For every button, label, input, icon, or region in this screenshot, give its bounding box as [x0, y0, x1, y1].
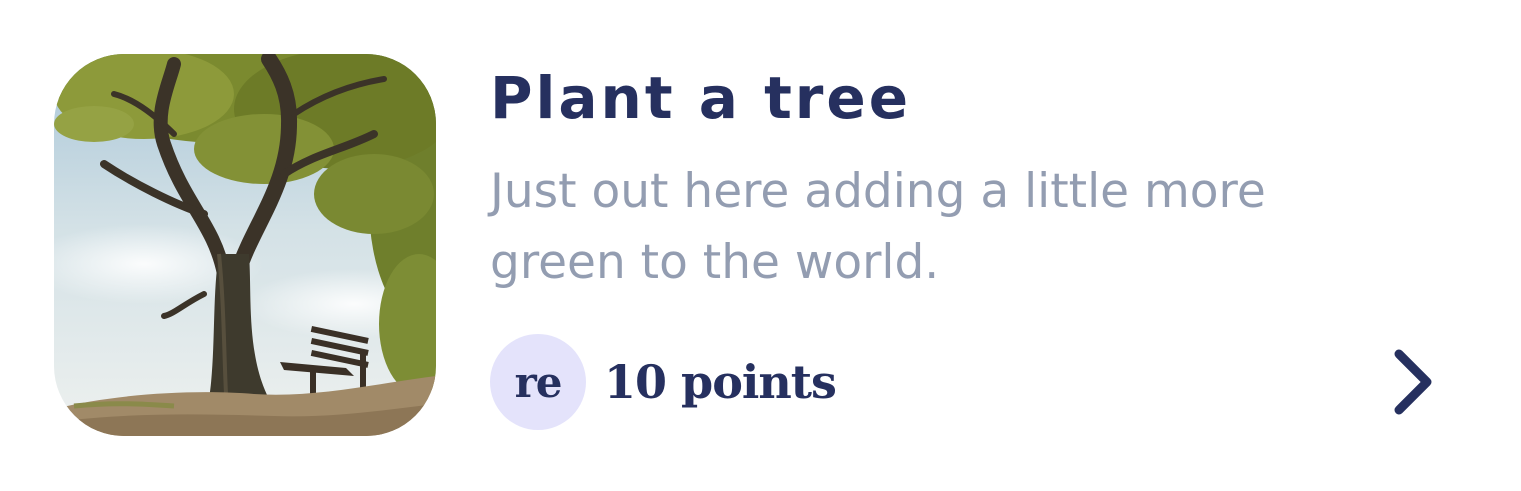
points-label: 10 points [604, 355, 837, 409]
reward-row: re 10 points [490, 334, 837, 430]
activity-card[interactable]: Plant a tree Just out here adding a litt… [0, 0, 1521, 491]
tree-bench-image [54, 54, 436, 436]
chevron-right-icon[interactable] [1382, 344, 1442, 420]
reward-badge: re [490, 334, 586, 430]
card-title: Plant a tree [490, 64, 912, 132]
card-description: Just out here adding a little more green… [490, 164, 1266, 290]
